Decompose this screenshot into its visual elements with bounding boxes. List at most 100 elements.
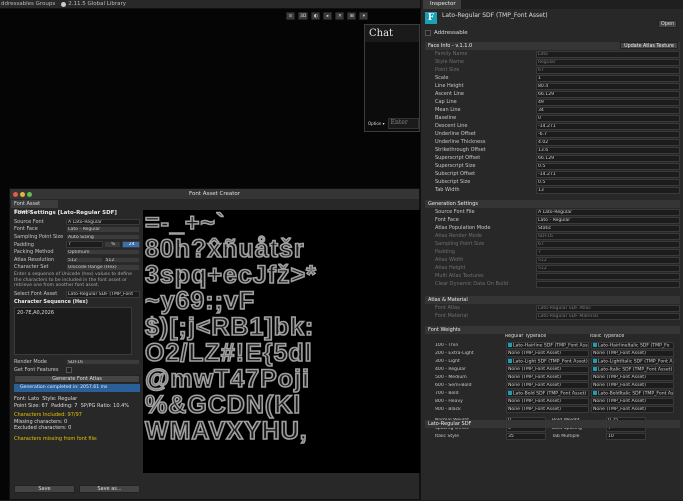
regular-typeface-field[interactable]: Lato-Bold SDF (TMP_Font Asset) xyxy=(506,389,589,397)
italic-typeface-field[interactable]: None (TMP_Font Asset) xyxy=(591,397,674,405)
face-info-header[interactable]: Face Info - v.1.1.0 Update Atlas Texture xyxy=(425,42,680,50)
select-font-asset-field[interactable]: Lato-Regular SDF (TMP_Font xyxy=(66,291,140,298)
regular-typeface-field[interactable]: None (TMP_Font Asset) xyxy=(506,397,589,405)
property-field: Regular xyxy=(536,58,680,66)
property-field xyxy=(536,280,680,288)
atlas-glyph-row: =-_+~` xyxy=(144,210,226,237)
material-footer[interactable]: Lato-Regular SDF xyxy=(425,420,680,428)
generation-settings-header[interactable]: Generation Settings xyxy=(425,200,680,208)
atlas-width-dropdown[interactable]: 512 xyxy=(66,256,103,264)
property-field[interactable]: 66.129 xyxy=(536,154,680,162)
get-font-features-checkbox[interactable] xyxy=(66,366,72,373)
padding-percent-toggle[interactable]: % xyxy=(103,241,122,248)
sampling-size-dropdown[interactable]: Auto Sizing xyxy=(66,233,140,241)
regular-typeface-value: Lato-Light SDF (TMP_Font Asset) xyxy=(513,359,588,364)
regular-typeface-field[interactable]: None (TMP_Font Asset) xyxy=(506,405,589,413)
scene-toolbar-button[interactable]: ◐ xyxy=(311,12,321,20)
property-field[interactable]: A Lato-Regular xyxy=(536,208,680,216)
packing-method-dropdown[interactable]: Optimum xyxy=(66,248,140,256)
property-field[interactable]: -14.271 xyxy=(536,170,680,178)
property-field[interactable]: 13 xyxy=(536,186,680,194)
face-info-section: Face Info - v.1.1.0 Update Atlas Texture … xyxy=(425,42,680,194)
atlas-stats: Font: Lato Style: Regular Point Size: 67… xyxy=(14,396,130,442)
italic-typeface-field[interactable]: Lato-LightItalic SDF (TMP_Font A xyxy=(591,357,674,365)
update-atlas-button[interactable]: Update Atlas Texture xyxy=(620,42,678,49)
atlas-height-dropdown[interactable]: 512 xyxy=(103,256,140,264)
property-field[interactable]: Static xyxy=(536,224,680,232)
regular-typeface-field[interactable]: Lato-Hairline SDF (TMP_Font Asset xyxy=(506,341,589,349)
font-weight-row: 700 - Bold Lato-Bold SDF (TMP_Font Asset)… xyxy=(425,389,680,397)
regular-typeface-field[interactable]: Lato-Light SDF (TMP_Font Asset) xyxy=(506,357,589,365)
font-atlas-preview: =-_+~` 80h?x̂ñuåtšr 3spq+ecJfž>* ~y69:;vF $)… xyxy=(143,210,420,473)
font-weight-label: 700 - Bold xyxy=(435,390,459,396)
chat-input[interactable]: Enter xyxy=(387,118,419,129)
weight-setting-field[interactable]: 10 xyxy=(606,432,646,440)
property-field: 7 xyxy=(536,248,680,256)
font-asset-icon xyxy=(508,358,512,363)
italic-typeface-field[interactable]: None (TMP_Font Asset) xyxy=(591,405,674,413)
italic-typeface-field[interactable]: Lato-HairlineItalic SDF (TMP_Fo xyxy=(591,341,674,349)
italic-typeface-value: Lato-BoldItalic SDF (TMP_Font As xyxy=(598,391,674,396)
regular-typeface-field[interactable]: None (TMP_Font Asset) xyxy=(506,349,589,357)
italic-typeface-field[interactable]: Lato-Italic SDF (TMP_Font Asset) xyxy=(591,365,674,373)
padding-field[interactable]: 7 xyxy=(66,241,103,248)
italic-typeface-field[interactable]: Lato-BoldItalic SDF (TMP_Font As xyxy=(591,389,674,397)
property-field[interactable]: 0.5 xyxy=(536,178,680,186)
open-button[interactable]: Open xyxy=(658,20,677,28)
italic-typeface-field[interactable]: None (TMP_Font Asset) xyxy=(591,349,674,357)
property-field[interactable]: 49 xyxy=(536,98,680,106)
tab-inspector[interactable]: Inspector xyxy=(423,0,461,9)
padding-label: Padding xyxy=(14,241,34,248)
font-settings-header: Font Settings [Lato-Regular SDF] xyxy=(14,210,117,216)
atlas-material-header[interactable]: Atlas & Material xyxy=(425,296,680,304)
addressable-checkbox[interactable] xyxy=(425,30,431,36)
close-window-icon[interactable] xyxy=(13,192,18,197)
regular-typeface-field[interactable]: None (TMP_Font Asset) xyxy=(506,373,589,381)
property-field: Lato-Regular SDF Material xyxy=(536,312,680,320)
italic-typeface-value: None (TMP_Font Asset) xyxy=(593,350,646,356)
tab-font-asset-creator[interactable]: Font Asset Creator xyxy=(11,200,58,215)
addressable-label: Addressable xyxy=(434,30,468,36)
property-label: Mean Line xyxy=(435,107,461,113)
property-field[interactable]: Lato - Regular xyxy=(536,216,680,224)
scene-toolbar-button[interactable]: 3D xyxy=(298,12,309,20)
property-field[interactable]: 0.5 xyxy=(536,162,680,170)
maximize-window-icon[interactable] xyxy=(27,192,32,197)
scene-toolbar-button[interactable]: ✕ xyxy=(335,12,345,20)
property-field[interactable]: -14.271 xyxy=(536,122,680,130)
italic-typeface-field[interactable]: None (TMP_Font Asset) xyxy=(591,381,674,389)
source-font-field[interactable]: A Lato-Regular xyxy=(66,218,140,226)
regular-typeface-field[interactable]: None (TMP_Font Asset) xyxy=(506,381,589,389)
character-set-dropdown[interactable]: Unicode Range (Hex) xyxy=(66,264,140,271)
property-field[interactable]: 1 xyxy=(536,74,680,82)
property-field[interactable]: 13.6 xyxy=(536,146,680,154)
generate-font-atlas-button[interactable]: Generate Font Atlas xyxy=(14,375,140,384)
minimize-window-icon[interactable] xyxy=(20,192,25,197)
property-field[interactable]: 80.4 xyxy=(536,82,680,90)
render-mode-dropdown[interactable]: SDF16 xyxy=(66,358,140,366)
footer-section: Lato-Regular SDF xyxy=(425,420,680,428)
italic-typeface-field[interactable]: None (TMP_Font Asset) xyxy=(591,373,674,381)
property-field[interactable]: 0 xyxy=(536,114,680,122)
save-button[interactable]: Save xyxy=(14,485,75,493)
property-field[interactable]: 34 xyxy=(536,106,680,114)
weight-setting-field[interactable]: 35 xyxy=(506,432,546,440)
chat-option-dropdown[interactable]: Option ▾ xyxy=(368,121,385,126)
property-field[interactable]: -6.7 xyxy=(536,130,680,138)
regular-typeface-field[interactable]: None (TMP_Font Asset) xyxy=(506,365,589,373)
scene-toolbar-button[interactable]: ⊙ xyxy=(286,12,295,20)
addressables-groups-tab[interactable]: ddressables Groups xyxy=(1,1,55,7)
scene-toolbar-button[interactable]: ▾ xyxy=(359,12,369,20)
font-weight-row: 900 - Black None (TMP_Font Asset) None (TM… xyxy=(425,405,680,413)
font-face-dropdown[interactable]: Lato - Regular xyxy=(66,226,140,233)
save-as-button[interactable]: Save as... xyxy=(79,485,140,493)
property-row: Baseline 0 xyxy=(425,114,680,122)
property-field[interactable]: 4.02 xyxy=(536,138,680,146)
char-sequence-textarea[interactable]: 20-7E,A0,2026 xyxy=(14,307,132,356)
scene-toolbar-button[interactable]: ⊞ xyxy=(347,12,357,20)
font-weights-header[interactable]: Font Weights xyxy=(425,326,680,334)
property-field[interactable]: 66.129 xyxy=(536,90,680,98)
scene-toolbar-button[interactable]: ▸ xyxy=(323,12,333,20)
padding-value-field[interactable]: 24 xyxy=(122,241,140,248)
weight-setting-row: Italic Style 35 Tab Multiple 10 xyxy=(425,432,680,440)
